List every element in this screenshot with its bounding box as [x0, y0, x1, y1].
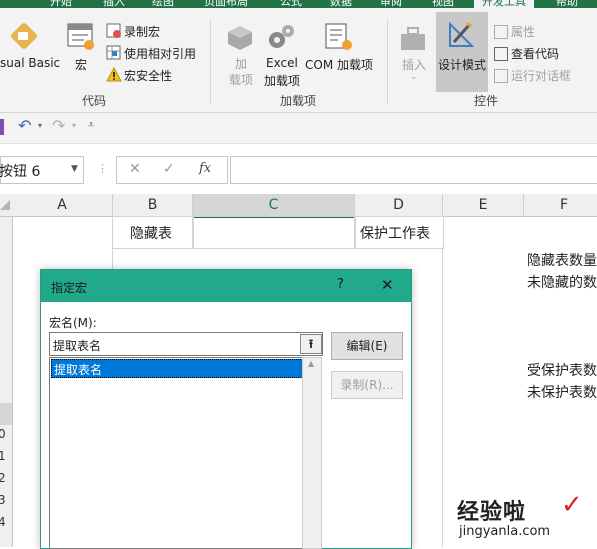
- controls-group-label: 控件: [474, 94, 499, 108]
- cell-b1-text: 隐藏表: [130, 226, 172, 242]
- table-border: [442, 247, 443, 547]
- addins-group-label: 加载项: [280, 94, 317, 108]
- undo-icon[interactable]: ↶: [18, 116, 31, 135]
- macro-name-input[interactable]: 提取表名 ⭱: [49, 332, 323, 356]
- cell-d1-text: 保护工作表: [360, 226, 430, 242]
- visual-basic-button[interactable]: sual Basic: [0, 56, 60, 70]
- properties-button[interactable]: 属性: [511, 23, 535, 40]
- dialog-title-bar[interactable]: 指定宏 ? ✕: [41, 270, 411, 302]
- row-headers: 0 1 2 3 4: [0, 217, 13, 547]
- help-icon[interactable]: ?: [337, 277, 344, 292]
- run-dialog-button[interactable]: 运行对话框: [511, 67, 571, 84]
- excel-addins-gear-icon: [266, 22, 296, 52]
- edit-button[interactable]: 编辑(E): [331, 332, 403, 360]
- formula-controls: ✕ ✓ fx: [116, 156, 228, 184]
- ribbon: sual Basic 宏 录制宏 使用相对引用 宏安全性 代码 加 载项 Exc…: [0, 8, 597, 113]
- column-header-a[interactable]: A: [12, 194, 113, 216]
- group-separator: [387, 20, 388, 104]
- column-header-e[interactable]: E: [443, 194, 524, 216]
- run-dialog-icon: [494, 69, 508, 83]
- select-all-corner[interactable]: [0, 200, 10, 210]
- checkmark-icon: ✓: [561, 490, 583, 520]
- note-unhidden-count: 未隐藏的数: [527, 275, 597, 291]
- insert-control-button[interactable]: 插入: [402, 56, 426, 73]
- quick-access-toolbar: ↶ ▾ ↷ ▾ ⩡: [0, 113, 597, 144]
- cell-c1[interactable]: [192, 216, 356, 249]
- view-code-button[interactable]: 查看代码: [511, 45, 559, 62]
- design-mode-button[interactable]: 设计模式: [436, 12, 488, 92]
- visual-basic-icon: [4, 22, 38, 52]
- macros-button[interactable]: 宏: [75, 56, 87, 73]
- formula-input[interactable]: [230, 156, 597, 184]
- row-header[interactable]: 2: [0, 471, 6, 485]
- insert-function-icon[interactable]: fx: [199, 161, 211, 176]
- row-header[interactable]: 3: [0, 493, 6, 507]
- chevron-down-icon[interactable]: ▼: [71, 164, 78, 174]
- close-icon[interactable]: ✕: [381, 276, 394, 294]
- macro-list[interactable]: 提取表名: [49, 357, 303, 549]
- watermark-logo: 经验啦 ✓ jingyanla.com: [455, 490, 595, 544]
- chevron-down-icon: ⌄: [410, 72, 418, 82]
- scroll-up-icon[interactable]: ▲: [308, 359, 314, 368]
- design-mode-icon: [446, 18, 476, 50]
- name-box-value: 按钮 6: [0, 164, 41, 180]
- ribbon-tab-strip: 开始 插入 绘图 页面布局 公式 数据 审阅 视图 开发工具 帮助: [0, 0, 597, 9]
- addins-button[interactable]: 加 载项: [229, 56, 253, 88]
- design-mode-label: 设计模式: [438, 58, 487, 72]
- column-header-b[interactable]: B: [113, 194, 193, 216]
- macros-icon: [66, 22, 96, 52]
- toolbox-icon: [398, 24, 428, 54]
- collapse-dialog-icon[interactable]: ⭱: [300, 334, 322, 354]
- undo-dropdown-icon[interactable]: ▾: [38, 121, 42, 130]
- row-header[interactable]: 4: [0, 515, 6, 529]
- watermark-url: jingyanla.com: [459, 524, 551, 539]
- addins-icon: [226, 24, 254, 52]
- macro-security-button[interactable]: 宏安全性: [124, 67, 172, 84]
- record-macro-button[interactable]: 录制宏: [124, 23, 160, 40]
- column-header-f[interactable]: F: [524, 194, 597, 216]
- record-macro-icon: [106, 23, 122, 39]
- excel-addins-button-line2: 加载项: [264, 74, 301, 88]
- assign-macro-dialog: 指定宏 ? ✕ 宏名(M): 提取表名 ⭱ 提取表名 ▲ 编辑(E) 录制(R)…: [40, 269, 412, 549]
- name-box[interactable]: 按钮 6 ▼: [0, 156, 84, 184]
- row-header[interactable]: 1: [0, 449, 6, 463]
- relative-refs-icon: [106, 45, 122, 61]
- customize-qat-icon[interactable]: ⩡: [88, 118, 94, 132]
- warning-icon: [106, 66, 122, 83]
- macro-name-value: 提取表名: [53, 339, 102, 353]
- macro-list-scrollbar[interactable]: ▲: [302, 357, 322, 549]
- column-header-d[interactable]: D: [355, 194, 443, 216]
- column-headers: A B C D E F: [0, 194, 597, 218]
- com-addins-button[interactable]: COM 加载项: [305, 56, 373, 73]
- qat-edge-marker: [0, 119, 4, 135]
- relative-refs-button[interactable]: 使用相对引用: [124, 45, 196, 62]
- macro-name-label: 宏名(M):: [49, 316, 97, 330]
- properties-icon: [494, 25, 508, 39]
- excel-addins-button[interactable]: Excel: [266, 56, 298, 70]
- group-separator: [210, 20, 211, 104]
- record-button[interactable]: 录制(R)...: [331, 371, 403, 399]
- redo-dropdown-icon[interactable]: ▾: [72, 121, 76, 130]
- grip-icon: ⋮: [97, 162, 108, 175]
- note-hidden-count: 隐藏表数量: [527, 253, 597, 269]
- code-group-label: 代码: [82, 94, 107, 108]
- row-header[interactable]: 0: [0, 427, 6, 441]
- cancel-icon[interactable]: ✕: [129, 161, 141, 177]
- com-addins-icon: [324, 22, 354, 52]
- enter-icon[interactable]: ✓: [163, 161, 175, 177]
- view-code-icon: [494, 47, 508, 61]
- note-protected-count: 受保护表数: [527, 363, 597, 379]
- watermark-text: 经验啦: [457, 500, 527, 525]
- formula-bar: 按钮 6 ▼ ⋮ ✕ ✓ fx: [0, 144, 597, 194]
- dialog-title: 指定宏: [51, 281, 88, 295]
- note-unprotected-count: 未保护表数: [527, 385, 597, 401]
- redo-icon[interactable]: ↷: [52, 116, 65, 135]
- column-header-c[interactable]: C: [193, 194, 355, 218]
- list-item-label: 提取表名: [54, 363, 103, 377]
- list-item-selected[interactable]: 提取表名: [51, 359, 303, 378]
- row-header-selected[interactable]: [0, 403, 12, 425]
